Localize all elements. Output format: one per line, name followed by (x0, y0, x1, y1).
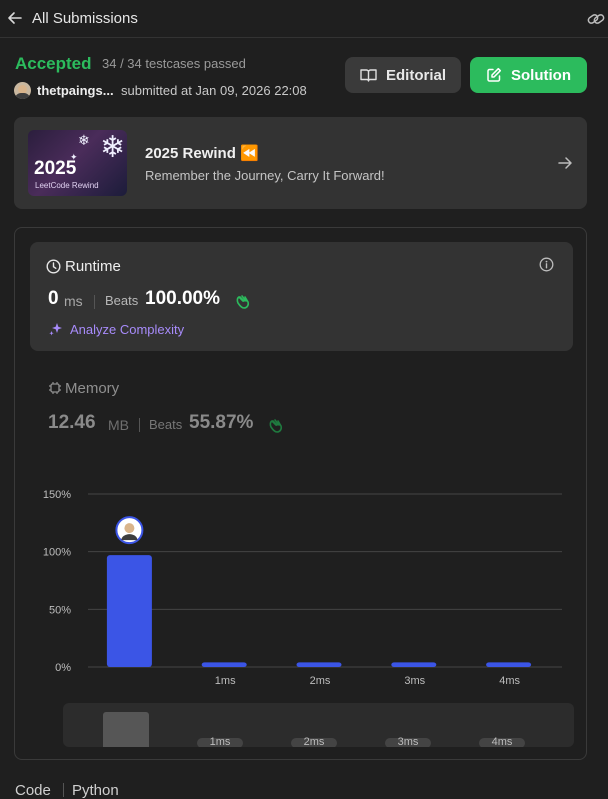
rewind-description: Remember the Journey, Carry It Forward! (145, 168, 385, 183)
rewind-title: 2025 Rewind ⏪ (145, 145, 259, 162)
solution-button[interactable]: Solution (470, 57, 587, 93)
x-tick-label: 4ms (499, 675, 520, 687)
navigator-svg: 1ms 2ms 3ms 4ms (103, 712, 525, 747)
language-label: Python (72, 782, 119, 799)
y-tick-label: 0% (55, 662, 71, 674)
rewind-thumb-year: 2025 (34, 158, 77, 179)
editorial-button[interactable]: Editorial (345, 57, 461, 93)
rewind-thumb-subtitle: LeetCode Rewind (35, 181, 99, 190)
x-tick-label: 3ms (404, 675, 425, 687)
chart-bar (106, 555, 152, 667)
arrow-right-icon (558, 157, 572, 169)
y-tick-label: 100% (43, 547, 71, 559)
navigator-label: 2ms (304, 736, 325, 747)
edit-icon (487, 67, 502, 82)
chart-bar (391, 662, 437, 667)
code-tab[interactable]: Code (15, 782, 51, 799)
x-tick-label: 1ms (215, 675, 236, 687)
navigator-bar (103, 712, 149, 747)
arrow-left-icon[interactable] (7, 10, 23, 26)
navigator-label: 4ms (492, 736, 513, 747)
chart-bar (296, 662, 342, 667)
divider (63, 783, 64, 797)
navigator-label: 1ms (210, 736, 231, 747)
y-tick-label: 50% (49, 604, 71, 616)
runtime-distribution-chart: 0% 50% 100% 150% 1ms 2ms 3ms 4ms (43, 489, 562, 687)
username-link[interactable]: thetpaings... (37, 83, 114, 98)
rewind-thumbnail: ❄ ❄ ✦ 2025 LeetCode Rewind (28, 130, 127, 196)
avatar-body (15, 93, 30, 99)
solution-label: Solution (511, 66, 571, 84)
submitted-at: submitted at Jan 09, 2026 22:08 (121, 83, 307, 98)
snowflake-icon: ❄ (100, 131, 126, 164)
link-icon[interactable] (586, 10, 606, 28)
snowflake-icon: ❄ (78, 132, 90, 148)
top-bar: All Submissions (0, 0, 608, 38)
rewind-banner[interactable]: ❄ ❄ ✦ 2025 LeetCode Rewind 2025 Rewind ⏪… (14, 117, 587, 209)
avatar[interactable] (14, 82, 31, 99)
y-tick-label: 150% (43, 489, 71, 501)
editorial-label: Editorial (385, 66, 446, 84)
x-tick-label: 2ms (310, 675, 331, 687)
avatar-face (124, 523, 135, 534)
chart-bar (201, 662, 247, 667)
book-icon (360, 69, 377, 82)
chart-range-navigator[interactable]: 1ms 2ms 3ms 4ms (63, 703, 574, 747)
testcases-passed: 34 / 34 testcases passed (102, 56, 246, 71)
all-submissions-link[interactable]: All Submissions (32, 10, 138, 27)
stats-panel: Runtime 0 ms Beats 100.00% Analyze Compl… (14, 227, 587, 760)
chart-bar (486, 662, 532, 667)
navigator-label: 3ms (398, 736, 419, 747)
status-accepted: Accepted (15, 54, 92, 73)
